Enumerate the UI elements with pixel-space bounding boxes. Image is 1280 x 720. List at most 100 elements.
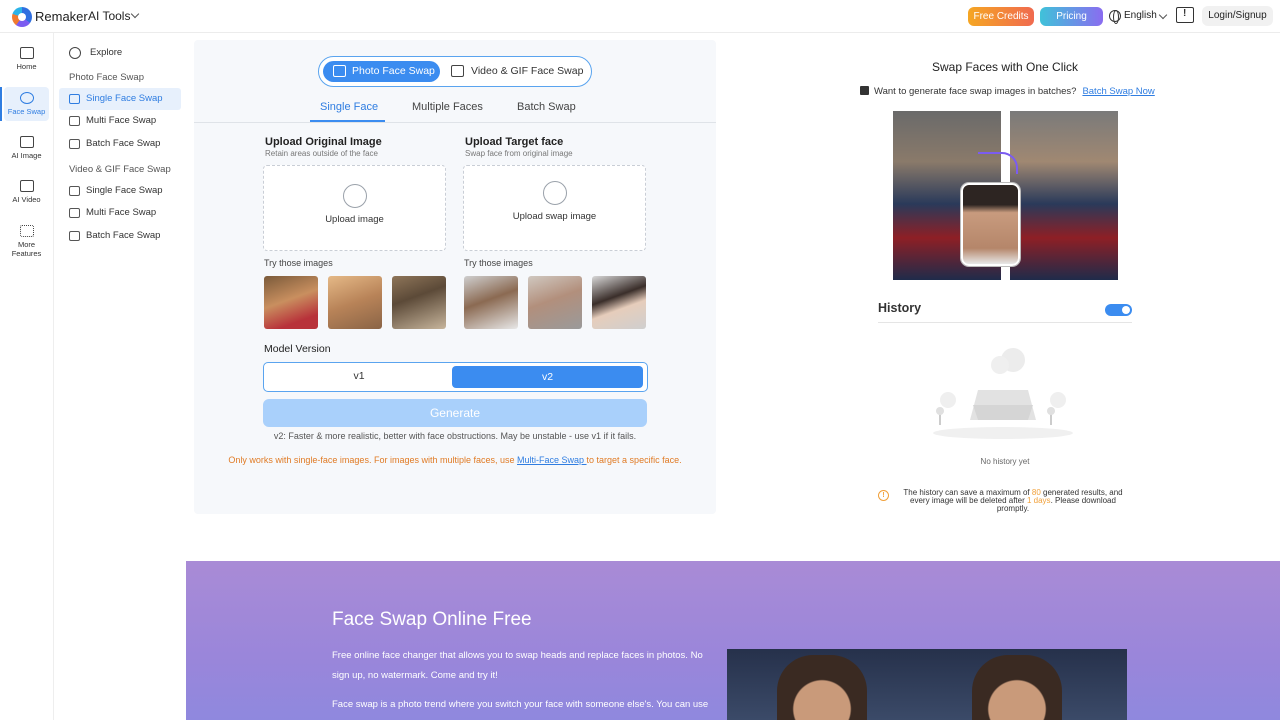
empty-history-illustration: [933, 348, 1073, 439]
subnav-photo-single-face-swap[interactable]: Single Face Swap: [59, 88, 181, 110]
no-history-text: No history yet: [980, 457, 1030, 466]
login-signup-button[interactable]: Login/Signup: [1202, 6, 1273, 26]
history-title: History: [878, 301, 922, 315]
single-face-note: Only works with single-face images. For …: [194, 455, 716, 465]
photo-face-swap-heading: Photo Face Swap: [69, 72, 144, 83]
mode-toggle: Photo Face Swap Video & GIF Face Swap: [318, 56, 592, 87]
face-scan-icon: [342, 184, 367, 208]
model-version-label: Model Version: [264, 343, 331, 355]
face-target-icon: [542, 181, 567, 205]
ai-tools-menu[interactable]: AI Tools: [88, 9, 130, 23]
top-header: Remaker AI Tools Free Credits Pricing En…: [0, 0, 1280, 33]
remaker-logo-icon[interactable]: [12, 7, 32, 27]
tab-multiple-faces[interactable]: Multiple Faces: [412, 101, 483, 113]
upload-swap-image-label: Upload swap image: [512, 211, 597, 222]
original-upload-title: Upload Original Image: [265, 136, 382, 148]
users-icon: [69, 116, 80, 126]
upload-target-dropzone[interactable]: Upload swap image: [463, 165, 646, 251]
try-images-label: Try those images: [464, 258, 533, 268]
rail-label: More Features: [11, 240, 42, 258]
mode-video-gif-face-swap[interactable]: Video & GIF Face Swap: [449, 61, 587, 82]
subnav-photo-multi-face-swap[interactable]: Multi Face Swap: [59, 110, 181, 132]
original-upload-subtitle: Retain areas outside of the face: [265, 149, 378, 158]
example-face-image: [961, 183, 1020, 266]
face-swap-icon: [19, 92, 34, 104]
language-select[interactable]: English: [1124, 10, 1157, 21]
rail-item-ai-video[interactable]: AI Video: [4, 180, 49, 210]
layers-icon: [860, 86, 869, 95]
subnav-label: Single Face Swap: [86, 185, 163, 196]
note-text: Only works with single-face images. For …: [228, 455, 517, 465]
generate-button[interactable]: Generate: [263, 399, 647, 427]
batch-prompt: Want to generate face swap images in bat…: [860, 86, 1155, 97]
stack-icon: [69, 139, 80, 149]
subnav-label: Batch Face Swap: [86, 138, 161, 149]
promo-paragraph-2: Face swap is a photo trend where you swi…: [332, 699, 709, 710]
rail-item-more-features[interactable]: More Features: [4, 225, 49, 261]
video-users-icon: [69, 208, 80, 218]
video-icon: [451, 65, 464, 77]
rail-label: Face Swap: [7, 107, 46, 116]
batch-swap-now-link[interactable]: Batch Swap Now: [1082, 86, 1154, 97]
mode-label: Photo Face Swap: [352, 65, 435, 77]
subnav-photo-batch-face-swap[interactable]: Batch Face Swap: [59, 133, 181, 155]
info-warning-icon: !: [878, 490, 889, 501]
multi-face-swap-link[interactable]: Multi-Face Swap: [517, 455, 587, 465]
sample-original-3[interactable]: [392, 276, 446, 329]
promo-section: Face Swap Online Free Free online face c…: [186, 561, 1280, 720]
subnav-video-multi-face-swap[interactable]: Multi Face Swap: [59, 202, 181, 224]
photo-icon: [333, 65, 346, 77]
subnav-video-batch-face-swap[interactable]: Batch Face Swap: [59, 225, 181, 247]
upload-original-dropzone[interactable]: Upload image: [263, 165, 446, 251]
history-toggle[interactable]: [1105, 304, 1132, 316]
mode-photo-face-swap[interactable]: Photo Face Swap: [323, 61, 440, 82]
batch-question: Want to generate face swap images in bat…: [874, 86, 1077, 97]
rail-item-ai-image[interactable]: AI Image: [4, 136, 49, 166]
subnav-video-single-face-swap[interactable]: Single Face Swap: [59, 180, 181, 202]
feedback-icon[interactable]: !: [1176, 7, 1194, 23]
video-face-swap-heading: Video & GIF Face Swap: [69, 164, 171, 175]
promo-face-left: [777, 655, 867, 720]
chevron-down-icon[interactable]: [1158, 10, 1168, 20]
chevron-down-icon[interactable]: [130, 9, 140, 19]
brand-name[interactable]: Remaker: [35, 9, 88, 24]
free-credits-button[interactable]: Free Credits: [968, 7, 1034, 26]
subnav-label: Batch Face Swap: [86, 230, 161, 241]
sample-target-3[interactable]: [592, 276, 646, 329]
sample-original-2[interactable]: [328, 276, 382, 329]
sample-target-2[interactable]: [528, 276, 582, 329]
tabs-divider: [194, 122, 716, 123]
globe-icon[interactable]: [1109, 10, 1121, 24]
left-rail: Home Face Swap AI Image AI Video More Fe…: [0, 33, 54, 720]
image-icon: [19, 136, 34, 148]
video-face-icon: [69, 186, 80, 196]
model-version-selector: v1 v2: [263, 362, 648, 392]
sample-target-1[interactable]: [464, 276, 518, 329]
explore-link[interactable]: Explore: [90, 47, 122, 58]
note-text: to target a specific face.: [586, 455, 682, 465]
pricing-button[interactable]: Pricing: [1040, 7, 1103, 26]
rail-label: AI Image: [11, 151, 42, 160]
history-divider: [878, 322, 1132, 323]
mode-label: Video & GIF Face Swap: [471, 65, 584, 77]
rail-item-face-swap[interactable]: Face Swap: [0, 87, 49, 121]
model-v2-option[interactable]: v2: [452, 366, 643, 388]
upload-image-label: Upload image: [325, 214, 384, 225]
subnav-label: Multi Face Swap: [86, 207, 157, 218]
target-upload-title: Upload Target face: [465, 136, 564, 148]
tab-batch-swap[interactable]: Batch Swap: [517, 101, 576, 113]
example-result-image: [1010, 111, 1118, 280]
right-panel-title: Swap Faces with One Click: [931, 60, 1079, 74]
sample-original-1[interactable]: [264, 276, 318, 329]
try-images-label: Try those images: [264, 258, 333, 268]
video-icon: [19, 180, 34, 192]
promo-face-right: [972, 655, 1062, 720]
history-limit-note: The history can save a maximum of 80 gen…: [896, 489, 1130, 513]
rail-label: Home: [16, 62, 37, 71]
home-icon: [19, 47, 34, 59]
promo-title: Face Swap Online Free: [332, 609, 532, 630]
rail-item-home[interactable]: Home: [4, 47, 49, 77]
promo-example-image: [727, 649, 1127, 720]
model-v1-option[interactable]: v1: [264, 363, 454, 390]
tab-single-face[interactable]: Single Face: [320, 101, 378, 113]
